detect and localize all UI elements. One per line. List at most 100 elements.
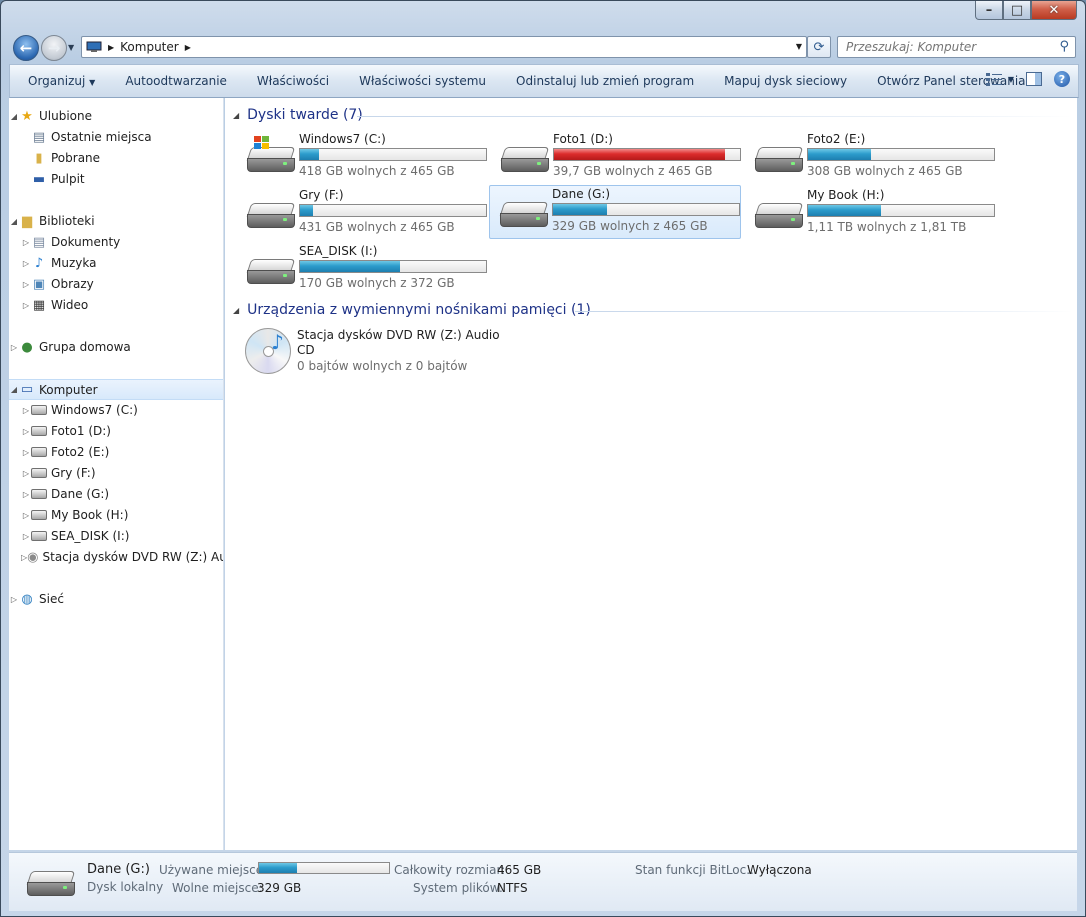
hard-drive-icon xyxy=(499,202,549,230)
address-bar[interactable]: ▶ Komputer ▶ ▼ xyxy=(81,36,807,58)
collapse-triangle-icon[interactable]: ◢ xyxy=(233,306,239,315)
collapsed-triangle-icon[interactable]: ▷ xyxy=(21,406,31,415)
hard-drive-icon xyxy=(31,528,47,544)
search-box[interactable]: ⚲ xyxy=(837,36,1076,58)
nav-label: Sieć xyxy=(39,592,64,606)
system-drive-icon xyxy=(246,136,296,175)
maximize-button[interactable]: □ xyxy=(1003,1,1031,20)
nav-libraries[interactable]: ◢ ▆ Biblioteki xyxy=(9,211,223,231)
nav-recent-places[interactable]: ▤ Ostatnie miejsca xyxy=(9,127,223,147)
collapsed-triangle-icon[interactable]: ▷ xyxy=(21,259,31,268)
drive-tile[interactable]: Dane (G:) 329 GB wolnych z 465 GB xyxy=(489,185,741,239)
drive-usage-bar xyxy=(299,204,487,217)
breadcrumb-separator-icon[interactable]: ▶ xyxy=(185,43,191,52)
drive-tile[interactable]: SEA_DISK (I:) 170 GB wolnych z 372 GB xyxy=(237,243,487,295)
details-fs-value: NTFS xyxy=(497,881,528,895)
collapsed-triangle-icon[interactable]: ▷ xyxy=(9,343,19,352)
content-pane: ◢ Dyski twarde (7) Windows7 (C:) 418 GB w… xyxy=(225,98,1077,850)
back-button[interactable]: ← xyxy=(13,35,39,61)
group-divider xyxy=(575,311,1073,312)
nav-videos[interactable]: ▷ ▦ Wideo xyxy=(9,295,223,315)
nav-drive-d[interactable]: ▷ Foto1 (D:) xyxy=(9,421,223,441)
nav-dvd-drive[interactable]: ▷ ◉ Stacja dysków DVD RW (Z:) Audio CD xyxy=(9,547,223,567)
view-list-icon xyxy=(985,73,1002,86)
nav-favorites[interactable]: ◢ ★ Ulubione xyxy=(9,106,223,126)
forward-button[interactable]: → xyxy=(41,35,67,61)
refresh-button[interactable]: ⟳ xyxy=(807,36,831,58)
nav-network[interactable]: ▷ ◍ Sieć xyxy=(9,589,223,609)
chevron-down-icon: ▼ xyxy=(1007,74,1014,84)
expand-triangle-icon[interactable]: ◢ xyxy=(9,385,19,394)
system-properties-button[interactable]: Właściwości systemu xyxy=(344,74,501,88)
details-total-value: 465 GB xyxy=(497,863,542,877)
video-icon: ▦ xyxy=(32,297,46,313)
chevron-down-icon[interactable]: ▼ xyxy=(796,42,802,51)
minimize-button[interactable]: – xyxy=(975,1,1003,20)
change-view-button[interactable]: ▼ xyxy=(985,72,1014,86)
drive-usage-bar xyxy=(299,260,487,273)
group-title: Dyski twarde (7) xyxy=(247,107,363,123)
collapsed-triangle-icon[interactable]: ▷ xyxy=(21,238,31,247)
collapsed-triangle-icon[interactable]: ▷ xyxy=(21,490,31,499)
breadcrumb-separator-icon[interactable]: ▶ xyxy=(108,43,114,52)
nav-homegroup[interactable]: ▷ ● Grupa domowa xyxy=(9,337,223,357)
dvd-name-line2: CD xyxy=(297,343,315,357)
nav-label: Dokumenty xyxy=(51,235,121,249)
nav-drive-e[interactable]: ▷ Foto2 (E:) xyxy=(9,442,223,462)
collapsed-triangle-icon[interactable]: ▷ xyxy=(9,595,19,604)
nav-label: Foto2 (E:) xyxy=(51,445,110,459)
star-icon: ★ xyxy=(21,108,33,124)
details-bitlocker-value: Wyłączona xyxy=(747,863,812,877)
view-controls: ▼ ? xyxy=(985,71,1070,87)
collapsed-triangle-icon[interactable]: ▷ xyxy=(21,427,31,436)
collapsed-triangle-icon[interactable]: ▷ xyxy=(21,532,31,541)
preview-pane-icon[interactable] xyxy=(1026,72,1042,86)
collapse-triangle-icon[interactable]: ◢ xyxy=(233,111,239,120)
search-input[interactable] xyxy=(844,37,1048,57)
map-network-drive-button[interactable]: Mapuj dysk sieciowy xyxy=(709,74,862,88)
recent-pages-dropdown[interactable]: ▼ xyxy=(68,43,74,52)
nav-music[interactable]: ▷ ♪ Muzyka xyxy=(9,253,223,273)
collapsed-triangle-icon[interactable]: ▷ xyxy=(21,280,31,289)
search-icon[interactable]: ⚲ xyxy=(1059,39,1069,54)
collapsed-triangle-icon[interactable]: ▷ xyxy=(21,448,31,457)
nav-drive-c[interactable]: ▷ Windows7 (C:) xyxy=(9,400,223,420)
drive-name: Gry (F:) xyxy=(299,188,344,202)
drive-tile[interactable]: Foto2 (E:) 308 GB wolnych z 465 GB xyxy=(745,131,995,183)
nav-desktop[interactable]: ▬ Pulpit xyxy=(9,169,223,189)
recent-places-icon: ▤ xyxy=(32,129,46,145)
collapsed-triangle-icon[interactable]: ▷ xyxy=(21,511,31,520)
nav-computer[interactable]: ◢ ▭ Komputer xyxy=(9,379,223,400)
collapsed-triangle-icon[interactable]: ▷ xyxy=(21,469,31,478)
properties-button[interactable]: Właściwości xyxy=(242,74,344,88)
drive-usage-bar xyxy=(807,204,995,217)
drive-usage-bar xyxy=(553,148,741,161)
group-header-hard-drives[interactable]: ◢ Dyski twarde (7) xyxy=(233,107,363,123)
drive-tile[interactable]: My Book (H:) 1,11 TB wolnych z 1,81 TB xyxy=(745,187,995,239)
help-icon[interactable]: ? xyxy=(1054,71,1070,87)
details-drive-name: Dane (G:) xyxy=(87,862,150,877)
uninstall-program-button[interactable]: Odinstaluj lub zmień program xyxy=(501,74,709,88)
drive-tile[interactable]: Windows7 (C:) 418 GB wolnych z 465 GB xyxy=(237,131,487,183)
collapsed-triangle-icon[interactable]: ▷ xyxy=(21,301,31,310)
expand-triangle-icon[interactable]: ◢ xyxy=(9,217,19,226)
organize-menu[interactable]: Organizuj ▼ xyxy=(10,74,110,88)
details-used-bar-fill xyxy=(259,863,297,873)
nav-drive-f[interactable]: ▷ Gry (F:) xyxy=(9,463,223,483)
group-header-removable[interactable]: ◢ Urządzenia z wymiennymi nośnikami pami… xyxy=(233,302,591,318)
explorer-window: – □ ✕ ← → ▼ ▶ Komputer ▶ ▼ ⟳ ⚲ Organizuj… xyxy=(0,0,1086,917)
nav-documents[interactable]: ▷ ▤ Dokumenty xyxy=(9,232,223,252)
dvd-drive-tile[interactable]: ♪ Stacja dysków DVD RW (Z:) Audio CD 0 b… xyxy=(245,328,505,380)
drive-free-space: 308 GB wolnych z 465 GB xyxy=(807,164,963,178)
drive-tile[interactable]: Gry (F:) 431 GB wolnych z 465 GB xyxy=(237,187,487,239)
breadcrumb-computer[interactable]: Komputer xyxy=(120,40,179,54)
close-button[interactable]: ✕ xyxy=(1031,1,1077,20)
nav-drive-h[interactable]: ▷ My Book (H:) xyxy=(9,505,223,525)
nav-pictures[interactable]: ▷ ▣ Obrazy xyxy=(9,274,223,294)
expand-triangle-icon[interactable]: ◢ xyxy=(9,112,19,121)
nav-downloads[interactable]: ▮ Pobrane xyxy=(9,148,223,168)
nav-drive-g[interactable]: ▷ Dane (G:) xyxy=(9,484,223,504)
autoplay-button[interactable]: Autoodtwarzanie xyxy=(110,74,242,88)
nav-drive-i[interactable]: ▷ SEA_DISK (I:) xyxy=(9,526,223,546)
drive-tile[interactable]: Foto1 (D:) 39,7 GB wolnych z 465 GB xyxy=(491,131,741,183)
